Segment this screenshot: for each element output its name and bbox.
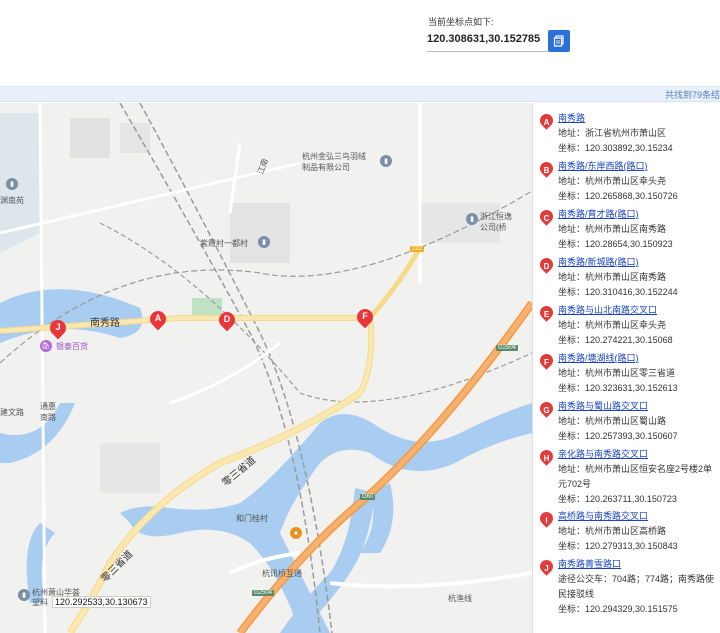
result-title[interactable]: 南秀路/塘湖线(路口): [558, 351, 720, 366]
list-item[interactable]: I 高桥路与南秀路交叉口 地址：杭州市萧山区高桥路 坐标：120.279313,…: [533, 509, 720, 557]
map-canvas: [0, 103, 532, 633]
result-coord: 坐标：120.294329,30.151575: [558, 604, 678, 614]
result-address: 地址：杭州市萧山区南秀路: [558, 272, 667, 282]
map-label-tongyi: 通惠 南路: [40, 402, 56, 422]
map-marker-j[interactable]: J: [46, 316, 70, 340]
coord-label: 当前坐标点如下:: [428, 17, 494, 27]
result-title[interactable]: 南秀路与山北南路交叉口: [558, 303, 720, 318]
result-title[interactable]: 亲化路与南秀路交叉口: [558, 447, 720, 462]
road-badge-222: 222: [410, 246, 425, 252]
result-title[interactable]: 南秀路/新城路(路口): [558, 255, 720, 270]
result-address: 途径公交车：704路；774路；南秀路使民接驳线: [558, 574, 715, 599]
marker-icon: B: [537, 159, 556, 178]
shopping-icon: 🛍: [40, 340, 52, 352]
result-address: 地址：杭州市萧山区南秀路: [558, 224, 667, 234]
map-label-hengbei: 建文路: [0, 408, 24, 417]
building-icon: ▮: [6, 178, 18, 190]
result-address: 地址：杭州市萧山区恒安名座2号楼2单元702号: [558, 464, 713, 489]
copy-button[interactable]: [548, 30, 570, 52]
map-label-hemen: 和门桂村: [236, 514, 268, 523]
coord-field-underline: [427, 51, 548, 52]
result-title[interactable]: 高桥路与南秀路交叉口: [558, 509, 720, 524]
road-badge-g60: G60: [360, 494, 376, 500]
result-coord: 坐标：120.265868,30.150726: [558, 191, 678, 201]
map-label-lan: 渊南苑: [0, 196, 24, 205]
map-marker-a[interactable]: A: [146, 307, 170, 331]
list-item[interactable]: G 南秀路与蜀山路交叉口 地址：杭州市萧山区蜀山路 坐标：120.257393,…: [533, 399, 720, 447]
list-item[interactable]: E 南秀路与山北南路交叉口 地址：杭州市萧山区幸头尧 坐标：120.274221…: [533, 303, 720, 351]
list-item[interactable]: J 南秀路菁雪路口 途径公交车：704路；774路；南秀路使民接驳线 坐标：12…: [533, 557, 720, 619]
result-coord: 坐标：120.303892,30.15234: [558, 143, 673, 153]
map-marker-d[interactable]: D: [215, 308, 239, 332]
result-coord: 坐标：120.263711,30.150723: [558, 494, 677, 504]
result-title[interactable]: 南秀路/东岸西路(路口): [558, 159, 720, 174]
map-label-factory: 杭州金弘三鸟羽绒 制品有限公司: [302, 152, 366, 172]
list-item[interactable]: A 南秀路 地址：浙江省杭州市萧山区 坐标：120.303892,30.1523…: [533, 111, 720, 159]
marker-icon: J: [537, 557, 556, 576]
copy-icon: [553, 35, 564, 47]
map-label-nanxiu-road: 南秀路: [90, 318, 120, 329]
result-address: 地址：杭州市萧山区蜀山路: [558, 416, 667, 426]
map-coord-tooltip: 120.292533,30.130673: [52, 596, 151, 608]
marker-icon: H: [537, 447, 556, 466]
orange-poi-icon: ●: [290, 527, 302, 539]
result-address: 地址：浙江省杭州市萧山区: [558, 128, 667, 138]
result-count: 共找到79条结: [664, 90, 720, 100]
result-coord: 坐标：120.28654,30.150923: [558, 239, 673, 249]
map-label-yintai: 银泰百货: [56, 342, 88, 351]
list-item[interactable]: F 南秀路/塘湖线(路口) 地址：杭州市萧山区零三省道 坐标：120.32363…: [533, 351, 720, 399]
coord-field[interactable]: 120.308631,30.152785: [427, 33, 545, 51]
list-item[interactable]: C 南秀路/育才路(路口) 地址：杭州市萧山区南秀路 坐标：120.28654,…: [533, 207, 720, 255]
building-icon: ▮: [18, 589, 30, 601]
building-icon: ▮: [258, 236, 270, 248]
result-coord: 坐标：120.274221,30.15068: [558, 335, 673, 345]
result-coord: 坐标：120.257393,30.150607: [558, 431, 678, 441]
marker-icon: C: [537, 207, 556, 226]
marker-icon: E: [537, 303, 556, 322]
page: 当前坐标点如下: 120.308631,30.152785 共找到79条结 南秀…: [0, 0, 720, 633]
list-item[interactable]: B 南秀路/东岸西路(路口) 地址：杭州市萧山区幸头尧 坐标：120.26586…: [533, 159, 720, 207]
result-coord: 坐标：120.310416,30.152244: [558, 287, 678, 297]
marker-icon: D: [537, 255, 556, 274]
map-label-hangyu: 杭渔线: [448, 594, 472, 603]
list-item[interactable]: H 亲化路与南秀路交叉口 地址：杭州市萧山区恒安名座2号楼2单元702号 坐标：…: [533, 447, 720, 509]
result-coord: 坐标：120.323631,30.152613: [558, 383, 678, 393]
map-label-hangxun: 杭讯桥互通: [262, 569, 302, 578]
result-address: 地址：杭州市萧山区零三省道: [558, 368, 676, 378]
result-address: 地址：杭州市萧山区幸头尧: [558, 176, 667, 186]
result-title[interactable]: 南秀路/育才路(路口): [558, 207, 720, 222]
marker-icon: G: [537, 399, 556, 418]
building-icon: ▮: [466, 213, 478, 225]
road-badge-g2504: G2504: [496, 345, 519, 351]
road-badge-g2504b: G2504: [252, 590, 275, 596]
result-address: 地址：杭州市萧山区高桥路: [558, 526, 667, 536]
list-item[interactable]: D 南秀路/新城路(路口) 地址：杭州市萧山区南秀路 坐标：120.310416…: [533, 255, 720, 303]
result-title[interactable]: 南秀路菁雪路口: [558, 557, 720, 572]
marker-icon: A: [537, 111, 556, 130]
map-view[interactable]: 南秀路 银泰百货 🛍 紫霞村一都村 ▮ 杭州金弘三鸟羽绒 制品有限公司 ▮ 浙江…: [0, 103, 532, 633]
result-title[interactable]: 南秀路: [558, 111, 720, 126]
building-icon: ▮: [380, 155, 392, 167]
result-coord: 坐标：120.279313,30.150843: [558, 541, 678, 551]
marker-icon: I: [537, 509, 556, 528]
result-title[interactable]: 南秀路与蜀山路交叉口: [558, 399, 720, 414]
result-list: A 南秀路 地址：浙江省杭州市萧山区 坐标：120.303892,30.1523…: [532, 103, 720, 633]
marker-icon: F: [537, 351, 556, 370]
result-address: 地址：杭州市萧山区幸头尧: [558, 320, 667, 330]
map-label-zijin: 紫霞村一都村: [200, 239, 248, 248]
result-bar: 共找到79条结: [0, 86, 720, 102]
map-marker-f[interactable]: F: [353, 305, 377, 329]
map-label-hengyi: 浙江恒逸 公司(桥: [480, 212, 512, 232]
